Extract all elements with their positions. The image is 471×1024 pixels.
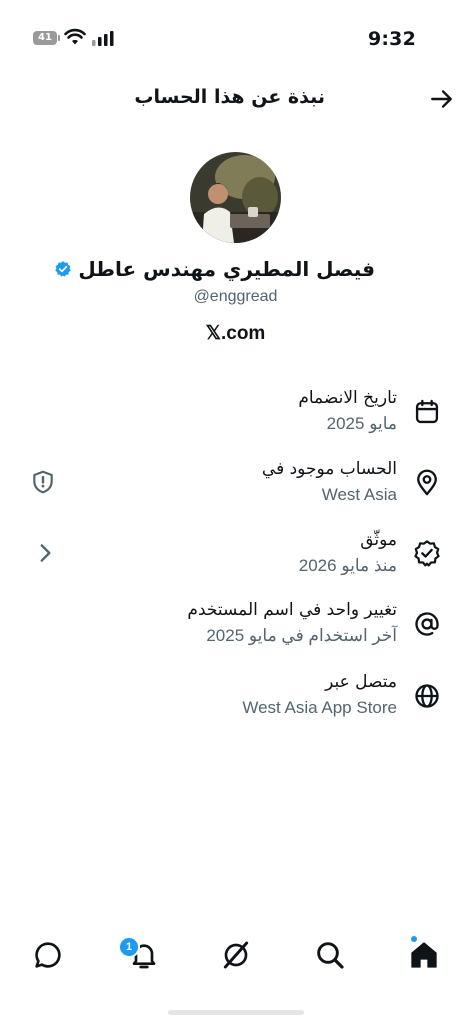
battery-nub xyxy=(58,35,60,41)
page-title: نبذة عن هذا الحساب xyxy=(134,86,325,108)
globe-icon xyxy=(415,684,439,708)
home-unread-dot xyxy=(411,936,417,942)
account-location-title: الحساب موجود في xyxy=(261,459,397,479)
verified-check-icon xyxy=(414,540,440,567)
join-date-title: تاريخ الانضمام xyxy=(298,388,397,408)
at-sign-icon xyxy=(415,612,439,636)
username-last-change-value: آخر استخدام في مايو 2025 xyxy=(206,626,397,645)
website-link[interactable]: 𝕏.com xyxy=(0,322,471,345)
verified-badge-icon xyxy=(55,261,72,277)
home-indicator-bar[interactable] xyxy=(168,1010,304,1015)
handle: @enggread xyxy=(193,288,278,305)
notification-count-badge: 1 xyxy=(118,936,140,958)
account-location-value: West Asia xyxy=(321,485,397,504)
messages-icon[interactable] xyxy=(32,939,64,971)
avatar[interactable] xyxy=(190,152,281,243)
status-time: 9:32 xyxy=(367,28,416,50)
grok-icon[interactable] xyxy=(220,939,252,971)
search-icon[interactable] xyxy=(314,939,346,971)
display-name-text: فيصل المطيري مهندس عاطل xyxy=(78,257,375,281)
signal-icon xyxy=(92,31,114,46)
connected-via-value: West Asia App Store xyxy=(242,698,397,717)
username-changes-title: تغيير واحد في اسم المستخدم xyxy=(187,600,397,620)
battery-icon: 41 xyxy=(33,31,57,45)
home-icon[interactable] xyxy=(408,939,440,971)
shield-alert-icon[interactable] xyxy=(30,469,56,495)
arrow-icon[interactable] xyxy=(429,86,455,112)
display-name: فيصل المطيري مهندس عاطل xyxy=(55,257,375,281)
location-pin-icon xyxy=(417,469,437,496)
verified-since-value: منذ مايو 2026 xyxy=(298,556,397,575)
join-date-value: مايو 2025 xyxy=(326,414,397,433)
wifi-icon xyxy=(64,28,86,45)
chevron-right-icon[interactable] xyxy=(32,540,58,566)
calendar-icon xyxy=(415,399,439,424)
connected-via-title: متصل عبر xyxy=(325,672,397,692)
verified-title: موثّق xyxy=(360,530,397,550)
